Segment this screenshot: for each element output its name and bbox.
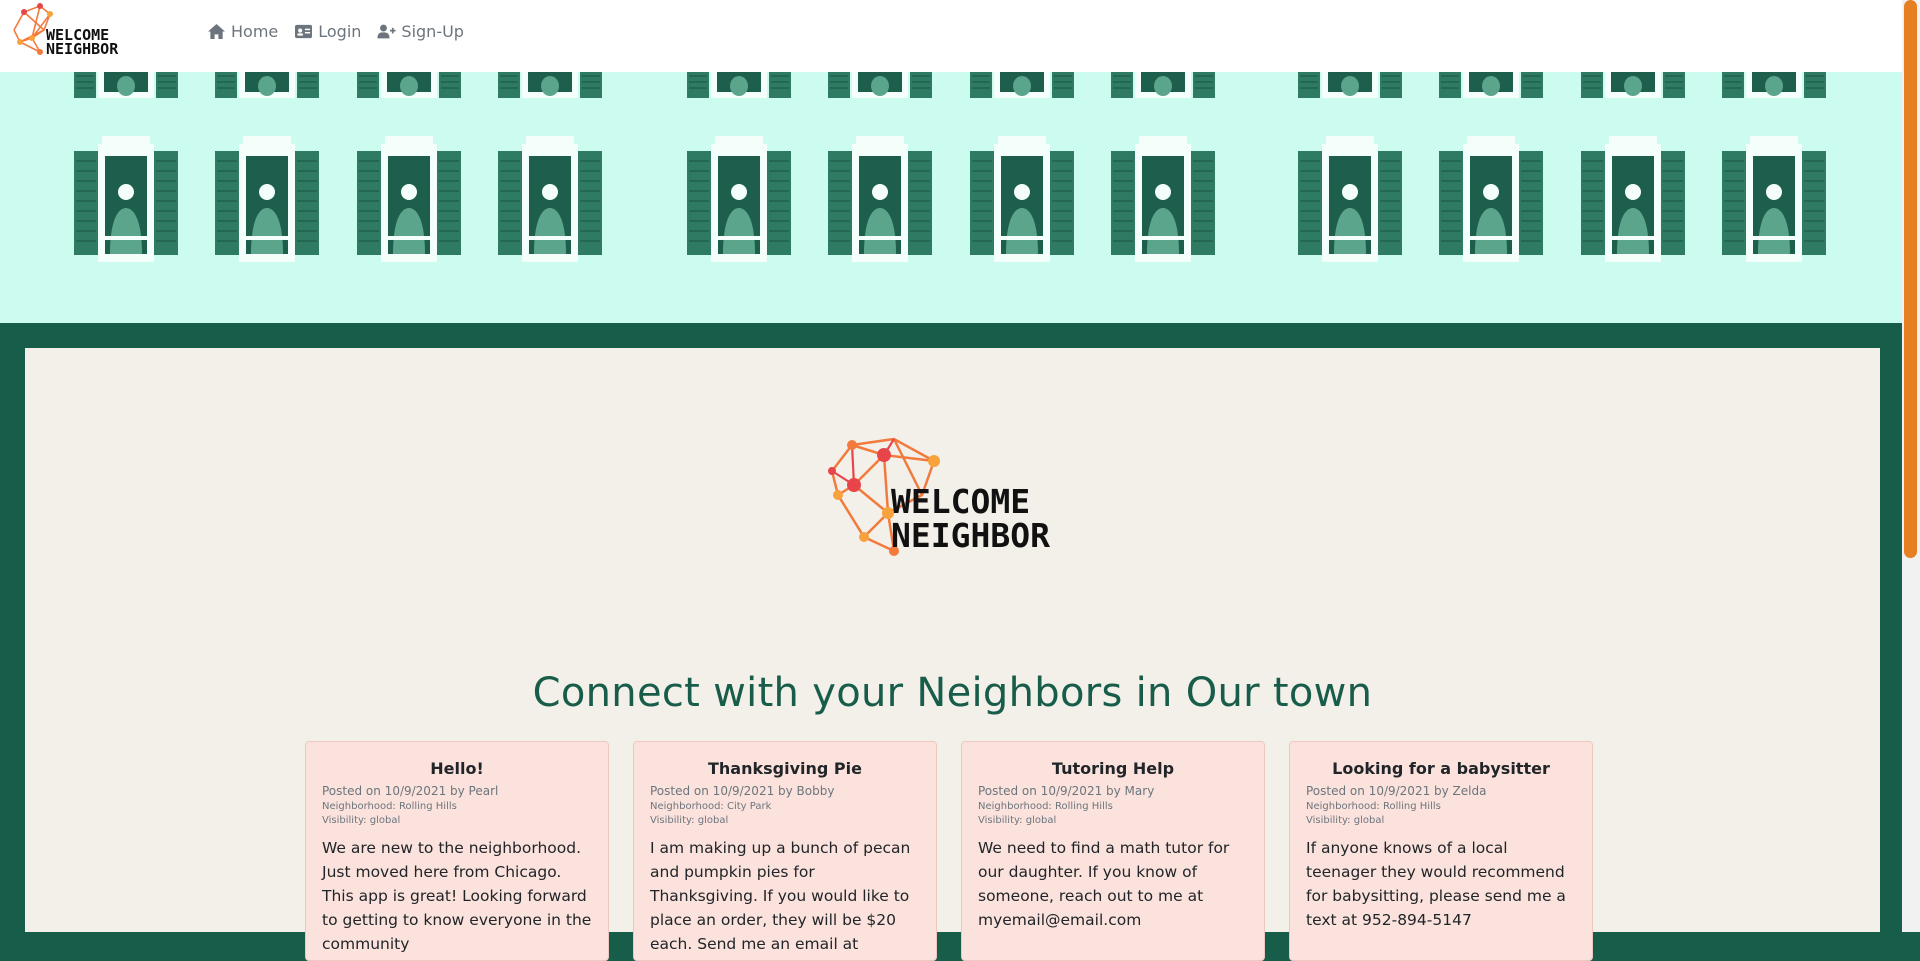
post-title[interactable]: Hello! [322,759,592,778]
post-meta: Posted on 10/9/2021 by Mary [978,784,1155,798]
post-visibility: Visibility: global [978,815,1057,826]
main-content-panel: WELCOME NEIGHBOR Connect with your Neigh… [25,348,1880,961]
neighbors-windows-illustration [0,72,1902,323]
post-body: I am making up a bunch of pecan and pump… [650,839,911,953]
top-navbar: WELCOME NEIGHBOR Home Login Sign-Up [0,0,1902,72]
hero-banner [0,72,1902,323]
post-card[interactable]: Thanksgiving Pie Posted on 10/9/2021 by … [633,741,937,961]
scrollbar-thumb[interactable] [1904,0,1917,558]
welcome-neighbor-logo-large: WELCOME NEIGHBOR [828,437,1050,556]
post-title[interactable]: Looking for a babysitter [1306,759,1576,778]
nav-signup-link[interactable]: Sign-Up [377,22,464,41]
nav-home-link[interactable]: Home [207,22,278,41]
posts-list: Hello! Posted on 10/9/2021 by Pearl Neig… [305,741,1593,961]
home-icon [208,23,225,40]
post-neighborhood: Neighborhood: Rolling Hills [322,801,457,812]
page-scrollbar[interactable] [1902,0,1920,932]
post-visibility: Visibility: global [1306,815,1385,826]
nav-login-label: Login [318,22,362,41]
nav-signup-label: Sign-Up [401,22,464,41]
user-plus-icon [377,24,396,39]
post-meta: Posted on 10/9/2021 by Zelda [1306,784,1487,798]
post-visibility: Visibility: global [650,815,729,826]
post-visibility: Visibility: global [322,815,401,826]
svg-text:NEIGHBOR: NEIGHBOR [46,40,119,58]
post-card[interactable]: Looking for a babysitter Posted on 10/9/… [1289,741,1593,961]
post-body: We are new to the neighborhood. Just mov… [322,839,592,953]
nav-login-link[interactable]: Login [294,22,361,41]
post-card[interactable]: Hello! Posted on 10/9/2021 by Pearl Neig… [305,741,609,961]
post-card[interactable]: Tutoring Help Posted on 10/9/2021 by Mar… [961,741,1265,961]
post-meta: Posted on 10/9/2021 by Bobby [650,784,835,798]
page-headline: Connect with your Neighbors in Our town [532,670,1373,716]
welcome-neighbor-logo[interactable]: WELCOME NEIGHBOR [10,0,150,64]
svg-text:NEIGHBOR: NEIGHBOR [891,516,1050,555]
post-neighborhood: Neighborhood: City Park [650,801,772,812]
post-body: If anyone knows of a local teenager they… [1306,839,1566,929]
post-title[interactable]: Tutoring Help [978,759,1248,778]
post-meta: Posted on 10/9/2021 by Pearl [322,784,499,798]
nav-links: Home Login Sign-Up [207,22,464,41]
post-title[interactable]: Thanksgiving Pie [650,759,920,778]
post-neighborhood: Neighborhood: Rolling Hills [1306,801,1441,812]
id-card-icon [295,24,313,39]
post-neighborhood: Neighborhood: Rolling Hills [978,801,1113,812]
post-body: We need to find a math tutor for our dau… [978,839,1230,929]
nav-home-label: Home [231,22,279,41]
